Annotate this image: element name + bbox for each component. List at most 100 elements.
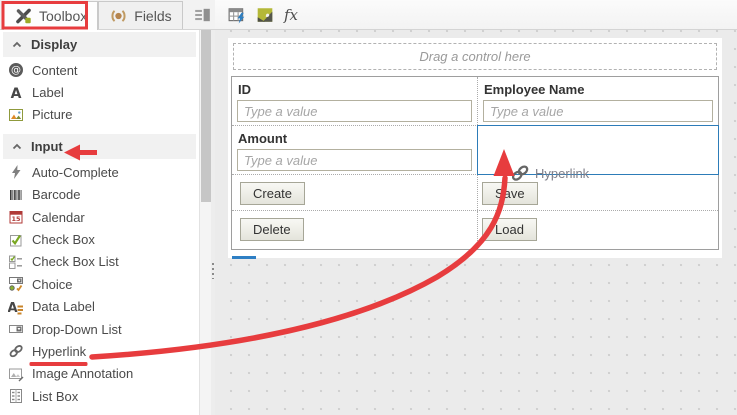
hyperlink-drag-ghost: Hyperlink	[510, 163, 589, 183]
tab-fields[interactable]: Fields	[98, 1, 183, 29]
toolbox-item-label[interactable]: A Label	[0, 81, 199, 104]
cell-drop-target: Hyperlink	[477, 125, 719, 181]
cell-amount: Amount	[232, 126, 478, 174]
svg-text:A: A	[8, 301, 18, 315]
toolbox-item-check-box-list[interactable]: Check Box List	[0, 250, 199, 274]
theme-icon[interactable]	[256, 6, 274, 24]
toolbox-item-drop-down-list[interactable]: Drop-Down List	[0, 317, 199, 341]
toolbox-item-label: Picture	[32, 107, 73, 123]
tools-icon	[14, 7, 33, 25]
cell-delete: Delete	[232, 211, 478, 249]
tab-toolbox-label: Toolbox	[39, 8, 88, 24]
toolbox-item-calendar[interactable]: 15 Calendar	[0, 205, 199, 229]
barcode-icon	[8, 187, 24, 203]
designer-toolbar: fx	[215, 0, 737, 30]
delete-button[interactable]: Delete	[240, 218, 304, 241]
formula-icon[interactable]: fx	[284, 6, 298, 24]
design-canvas[interactable]: Drag a control here ID Employee Name Amo…	[215, 30, 737, 415]
hyperlink-icon	[510, 163, 530, 183]
toolbox-item-label: List Box	[32, 388, 79, 404]
toolbox-item-label: Data Label	[32, 299, 95, 315]
data-label-icon: A	[7, 299, 24, 316]
chevron-up-icon	[11, 141, 23, 153]
cell-load: Load	[478, 211, 718, 249]
toolbox-item-picture[interactable]: Picture	[0, 103, 199, 127]
chevron-up-icon	[11, 39, 23, 51]
check-box-list-icon	[8, 254, 24, 270]
toolbox-item-label: Label	[32, 85, 64, 101]
toolbox-item-label: Hyperlink	[32, 343, 87, 359]
top-bar: Toolbox Fields fx	[0, 0, 737, 30]
create-button[interactable]: Create	[240, 182, 306, 205]
amount-input[interactable]	[237, 149, 472, 171]
svg-text:15: 15	[11, 215, 21, 223]
panel-tabstrip: Toolbox Fields	[0, 0, 215, 30]
hyperlink-ghost-label: Hyperlink	[535, 165, 590, 181]
toolbox-panel: Display @ Content A Label Picture Input Auto-Co…	[0, 30, 199, 415]
form-surface: Drag a control here ID Employee Name Amo…	[228, 38, 722, 259]
content-icon: @	[8, 62, 24, 78]
toolbox-item-label: Content	[32, 62, 78, 78]
svg-text:@: @	[11, 65, 21, 76]
cell-id: ID	[232, 77, 478, 125]
form-row: Amount Hyperlink	[232, 125, 719, 181]
toolbox-item-auto-complete[interactable]: Auto-Complete	[0, 161, 199, 184]
section-label: Input	[31, 139, 63, 155]
form-designer-app: { "tabs": [ { "id": "toolbox", "label": …	[0, 0, 737, 415]
label-icon: A	[8, 85, 24, 102]
section-label: Display	[31, 37, 78, 52]
toolbox-item-label: Check Box	[32, 232, 95, 248]
collapse-panel-button[interactable]	[187, 0, 218, 29]
form-row: Delete Load	[232, 211, 718, 249]
employee-name-field-label: Employee Name	[484, 82, 585, 97]
drop-down-list-icon	[8, 321, 24, 337]
id-input[interactable]	[237, 100, 472, 122]
auto-complete-icon	[8, 164, 24, 180]
section-items-input: Auto-Complete Barcode 15 Calendar Check Box C…	[0, 159, 199, 413]
employee-name-input[interactable]	[483, 100, 713, 122]
toolbox-item-content[interactable]: @ Content	[0, 59, 199, 82]
toolbox-item-check-box[interactable]: Check Box	[0, 228, 199, 251]
toolbox-item-choice[interactable]: Choice	[0, 273, 199, 296]
tab-fields-label: Fields	[134, 7, 172, 24]
save-button[interactable]: Save	[482, 182, 538, 205]
data-table-icon[interactable]	[228, 6, 246, 24]
choice-icon	[8, 276, 24, 292]
section-header-input[interactable]: Input	[3, 134, 196, 160]
toolbox-item-label: Barcode	[32, 187, 81, 203]
cell-create: Create	[232, 175, 478, 210]
form-grid: ID Employee Name Amount	[231, 76, 719, 250]
picture-icon	[8, 107, 24, 123]
collapse-panel-icon	[193, 6, 212, 24]
drop-zone[interactable]: Drag a control here	[233, 43, 717, 70]
selection-indicator	[232, 256, 256, 259]
toolbox-item-label: Image Annotation	[32, 366, 134, 382]
toolbox-item-barcode[interactable]: Barcode	[0, 183, 199, 206]
section-items-display: @ Content A Label Picture	[0, 57, 199, 132]
hyperlink-icon	[8, 343, 24, 359]
toolbox-item-data-label[interactable]: A Data Label	[0, 295, 199, 318]
toolbox-item-list-box[interactable]: List Box	[0, 385, 199, 408]
cell-employee-name: Employee Name	[478, 77, 718, 125]
sidebar-scrollbar[interactable]	[199, 30, 211, 415]
form-row: ID Employee Name	[232, 77, 718, 126]
toolbox-item-hyperlink[interactable]: Hyperlink	[0, 340, 199, 363]
svg-text:A: A	[11, 86, 22, 101]
toolbox-item-image-annotation[interactable]: Image Annotation	[0, 362, 199, 386]
amount-field-label: Amount	[238, 131, 288, 146]
form-row: Create Save	[232, 175, 718, 211]
section-header-display[interactable]: Display	[3, 32, 196, 57]
sidebar-scrollbar-thumb[interactable]	[201, 30, 211, 202]
toolbox-item-label: Choice	[32, 276, 73, 292]
toolbox-item-label: Auto-Complete	[32, 164, 119, 180]
image-annotation-icon	[8, 366, 24, 382]
tab-toolbox[interactable]: Toolbox	[3, 1, 99, 30]
splitter-grip-icon	[212, 263, 214, 279]
load-button[interactable]: Load	[482, 218, 537, 241]
fields-icon	[109, 7, 128, 25]
calendar-icon: 15	[8, 209, 24, 225]
list-box-icon	[8, 388, 24, 404]
hyperlink-drop-target[interactable]: Hyperlink	[477, 125, 719, 181]
check-box-icon	[8, 232, 24, 248]
id-field-label: ID	[238, 82, 251, 97]
